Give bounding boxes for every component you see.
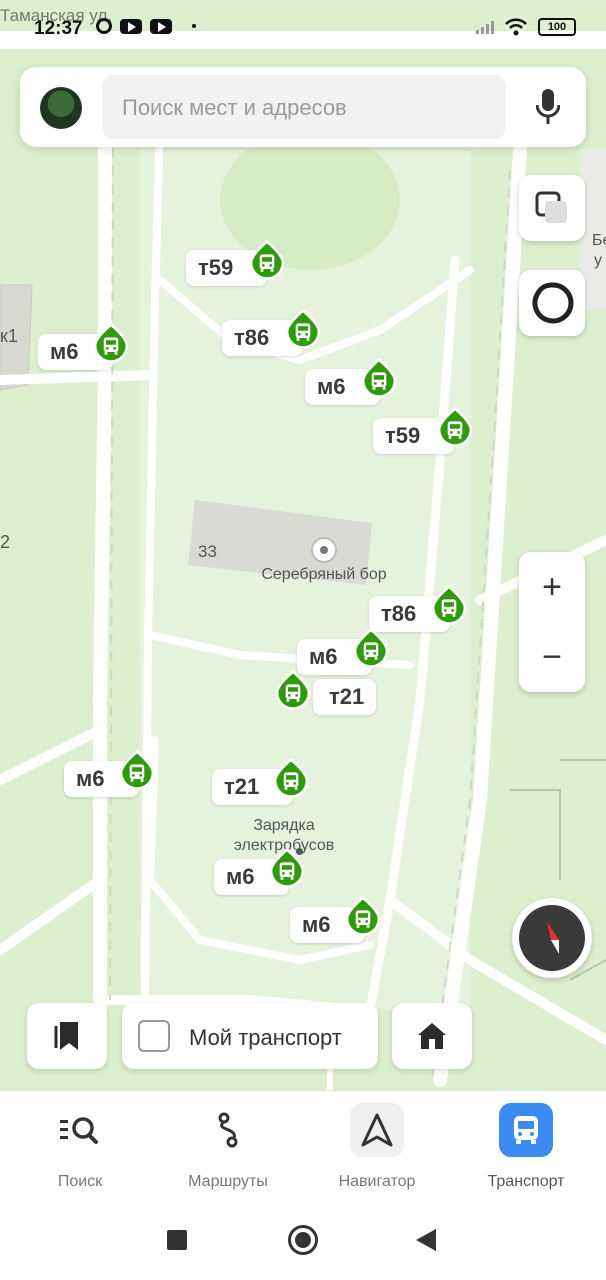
system-icons: 100 <box>474 18 576 36</box>
alice-button[interactable] <box>519 270 585 336</box>
route-icon <box>218 1112 238 1148</box>
place-name[interactable]: Серебряный бор <box>244 566 404 584</box>
map-canvas[interactable]: Таманская ул. к1 2 Бе у 33 Серебряный бо… <box>0 0 606 1090</box>
search-list-icon <box>60 1117 98 1144</box>
bus-stop-icon[interactable] <box>116 748 158 790</box>
layers-icon <box>535 191 567 223</box>
alice-icon <box>532 282 574 324</box>
search-placeholder: Поиск мест и адресов <box>122 95 347 120</box>
bus-stop-icon[interactable] <box>270 756 312 798</box>
battery-indicator: 100 <box>538 18 576 36</box>
tab-label: Навигатор <box>338 1173 416 1190</box>
tab-label: Маршруты <box>188 1173 268 1190</box>
youtube-icon-2 <box>150 18 172 34</box>
bus-stop-icon[interactable] <box>342 894 384 936</box>
status-time: 12:37 <box>34 18 83 39</box>
dot-icon <box>192 24 196 28</box>
my-transport-toggle[interactable]: Мой транспорт <box>122 1003 378 1069</box>
tab-label: Поиск <box>57 1173 103 1190</box>
place-marker[interactable] <box>311 537 337 563</box>
bookmarks-button[interactable] <box>27 1003 107 1069</box>
sync-icon <box>96 18 112 34</box>
microphone-icon[interactable] <box>536 89 560 125</box>
home-nav-button[interactable] <box>288 1225 318 1255</box>
bottom-tab-bar: Поиск Маршруты Навигатор Транспорт <box>0 1090 606 1200</box>
notification-icons <box>96 18 196 34</box>
bus-stop-icon[interactable] <box>350 626 392 668</box>
building-label-k1: к1 <box>0 326 18 346</box>
bookmarks-icon <box>54 1022 78 1050</box>
layers-button[interactable] <box>519 175 585 241</box>
bus-stop-icon[interactable] <box>90 321 132 363</box>
bus-stop-icon[interactable] <box>282 307 324 349</box>
bus-stop-icon[interactable] <box>272 668 314 710</box>
recents-button[interactable] <box>167 1230 187 1250</box>
tab-label: Транспорт <box>487 1173 565 1190</box>
compass-icon <box>547 922 559 954</box>
bus-stop-icon[interactable] <box>434 405 476 447</box>
bus-stop-icon[interactable] <box>428 583 470 625</box>
signal-icon <box>476 21 494 34</box>
search-bar: Поиск мест и адресов <box>20 67 586 147</box>
home-icon <box>418 1023 446 1049</box>
edge-label-be: Бе <box>592 232 606 249</box>
bus-stop-icon[interactable] <box>246 238 288 280</box>
tab-search[interactable]: Поиск <box>20 1103 140 1191</box>
back-button[interactable] <box>416 1229 436 1251</box>
tab-navigator[interactable]: Навигатор <box>317 1103 437 1191</box>
compass-button[interactable] <box>512 898 592 978</box>
my-transport-checkbox[interactable] <box>138 1020 170 1052</box>
status-bar: 12:37 100 <box>0 0 606 60</box>
zoom-out-button[interactable]: − <box>519 622 585 692</box>
zoom-in-button[interactable]: + <box>519 552 585 622</box>
place-number: 33 <box>198 542 217 561</box>
zoom-control: + − <box>519 552 585 692</box>
youtube-icon <box>120 18 142 34</box>
building-label-2: 2 <box>0 532 11 552</box>
avatar[interactable] <box>40 87 82 129</box>
my-transport-label: Мой транспорт <box>189 1025 342 1050</box>
tab-routes[interactable]: Маршруты <box>168 1103 288 1191</box>
tab-transport[interactable]: Транспорт <box>466 1103 586 1191</box>
edge-label-u: у <box>594 252 602 269</box>
home-button[interactable] <box>392 1003 472 1069</box>
bus-stop-icon[interactable] <box>358 356 400 398</box>
stop-route-label[interactable]: т21 <box>313 679 377 715</box>
search-input[interactable]: Поиск мест и адресов <box>102 75 506 139</box>
wifi-icon <box>505 18 527 36</box>
system-nav-bar <box>0 1200 606 1280</box>
bus-stop-icon[interactable] <box>266 846 308 888</box>
bus-icon <box>514 1116 538 1144</box>
navigator-arrow-icon <box>361 1113 393 1147</box>
